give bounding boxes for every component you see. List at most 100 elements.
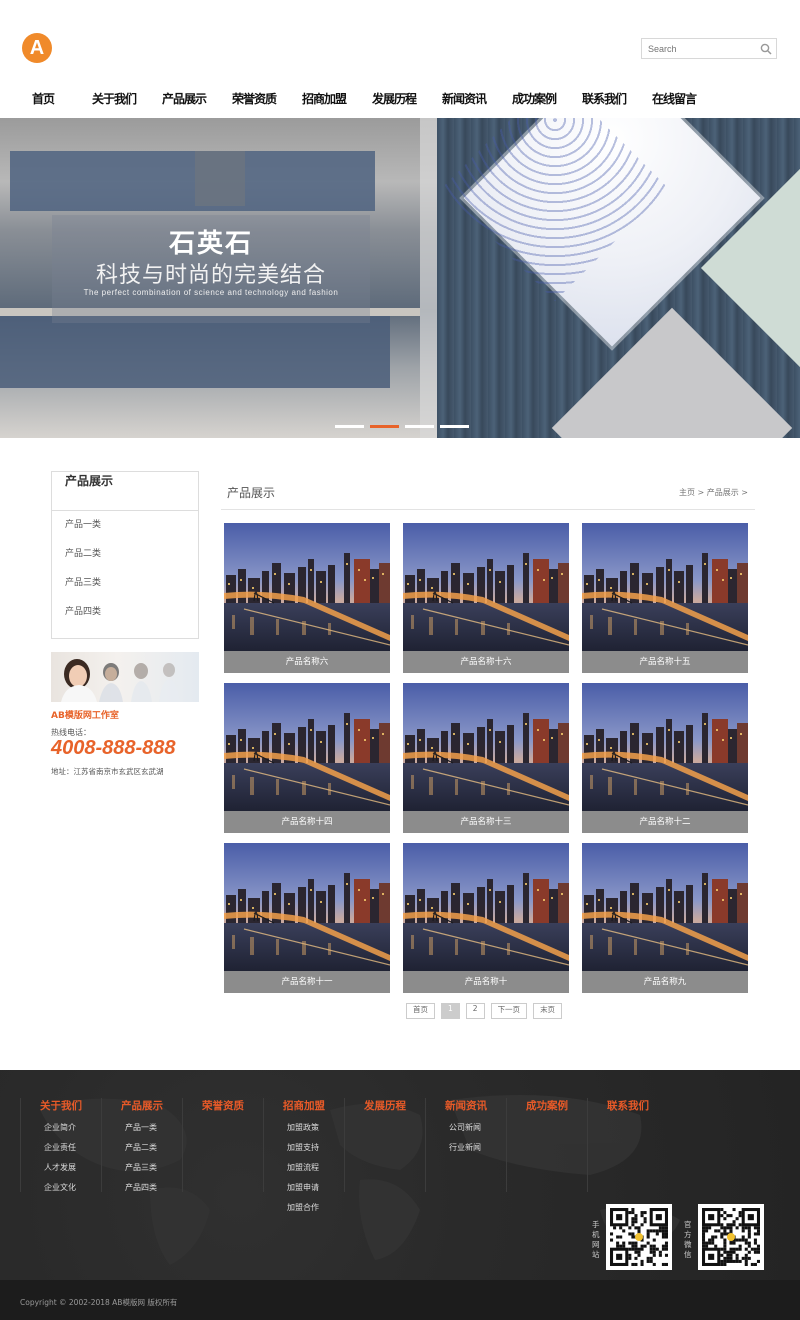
contact-company: AB模版网工作室 — [51, 711, 119, 721]
footer-link[interactable]: 产品三类 — [125, 1162, 163, 1173]
footer-heading[interactable]: 新闻资讯 — [445, 1098, 487, 1113]
product-card[interactable]: 产品名称十二 — [582, 683, 748, 833]
product-name[interactable]: 产品名称十六 — [403, 651, 569, 673]
qr-label-mobile: 手机网站 — [592, 1220, 600, 1259]
footer-link[interactable]: 公司新闻 — [449, 1122, 487, 1133]
nav-products[interactable]: 产品展示 — [162, 90, 207, 107]
sidebar-item-category-1[interactable]: 产品一类 — [52, 517, 198, 546]
footer-link[interactable]: 产品二类 — [125, 1142, 163, 1153]
qr-label-wechat: 官方微信 — [684, 1220, 692, 1259]
sidebar-item-category-4[interactable]: 产品四类 — [52, 604, 198, 633]
nav-contact[interactable]: 联系我们 — [582, 90, 627, 107]
copyright-bar: Copyright © 2002-2018 AB模版网 版权所有 — [0, 1280, 800, 1320]
footer-divider — [263, 1098, 264, 1192]
pagination-last[interactable]: 末页 — [533, 1003, 563, 1019]
product-image[interactable] — [582, 843, 748, 971]
footer-heading[interactable]: 联系我们 — [607, 1098, 649, 1113]
sidebar-item-category-3[interactable]: 产品三类 — [52, 575, 198, 604]
footer-divider — [506, 1098, 507, 1192]
product-card[interactable]: 产品名称十 — [403, 843, 569, 993]
footer-divider — [587, 1098, 588, 1192]
nav-cases[interactable]: 成功案例 — [512, 90, 557, 107]
product-card[interactable]: 产品名称十四 — [224, 683, 390, 833]
nav-about[interactable]: 关于我们 — [92, 90, 137, 107]
product-name[interactable]: 产品名称十一 — [224, 971, 390, 993]
product-image[interactable] — [224, 843, 390, 971]
search-input[interactable] — [642, 39, 756, 58]
footer-divider — [182, 1098, 183, 1192]
footer-heading[interactable]: 发展历程 — [364, 1098, 406, 1113]
footer-link[interactable]: 加盟合作 — [287, 1202, 325, 1213]
nav-history[interactable]: 发展历程 — [372, 90, 417, 107]
product-image[interactable] — [582, 523, 748, 651]
product-name[interactable]: 产品名称十五 — [582, 651, 748, 673]
product-card[interactable]: 产品名称十五 — [582, 523, 748, 673]
footer-link[interactable]: 加盟申请 — [287, 1182, 325, 1193]
slider-dot[interactable] — [405, 425, 434, 428]
slider-dot[interactable] — [440, 425, 469, 428]
pagination-next[interactable]: 下一页 — [490, 1003, 528, 1019]
product-card[interactable]: 产品名称十一 — [224, 843, 390, 993]
product-name[interactable]: 产品名称六 — [224, 651, 390, 673]
footer-link[interactable]: 企业文化 — [44, 1182, 82, 1193]
customer-service-image — [51, 652, 199, 702]
site-logo[interactable]: A — [22, 33, 52, 63]
slider-dot[interactable] — [335, 425, 364, 428]
footer-divider — [101, 1098, 102, 1192]
breadcrumb[interactable]: 主页 > 产品展示 > — [679, 487, 748, 498]
search-icon[interactable] — [756, 39, 776, 58]
footer-heading[interactable]: 招商加盟 — [283, 1098, 325, 1113]
product-card[interactable]: 产品名称十六 — [403, 523, 569, 673]
qr-code-mobile — [606, 1204, 672, 1270]
nav-home[interactable]: 首页 — [32, 90, 55, 107]
product-name[interactable]: 产品名称十四 — [224, 811, 390, 833]
footer-heading[interactable]: 荣誉资质 — [202, 1098, 244, 1113]
site-footer: 关于我们 企业简介 企业责任 人才发展 企业文化 产品展示 产品一类 产品二类 … — [0, 1070, 800, 1280]
footer-link[interactable]: 产品四类 — [125, 1182, 163, 1193]
product-card[interactable]: 产品名称九 — [582, 843, 748, 993]
footer-col-news: 新闻资讯 公司新闻 行业新闻 — [445, 1098, 487, 1153]
product-name[interactable]: 产品名称九 — [582, 971, 748, 993]
footer-col-cases: 成功案例 — [526, 1098, 568, 1113]
footer-link[interactable]: 产品一类 — [125, 1122, 163, 1133]
nav-message[interactable]: 在线留言 — [652, 90, 697, 107]
footer-heading[interactable]: 关于我们 — [40, 1098, 82, 1113]
pagination-first[interactable]: 首页 — [406, 1003, 435, 1019]
product-image[interactable] — [403, 523, 569, 651]
product-image[interactable] — [582, 683, 748, 811]
pagination-page-2[interactable]: 2 — [465, 1003, 485, 1019]
footer-link[interactable]: 企业责任 — [44, 1142, 82, 1153]
footer-col-history: 发展历程 — [364, 1098, 406, 1113]
product-image[interactable] — [224, 523, 390, 651]
nav-franchise[interactable]: 招商加盟 — [302, 90, 347, 107]
pagination-page-1[interactable]: 1 — [441, 1003, 460, 1019]
product-card[interactable]: 产品名称十三 — [403, 683, 569, 833]
footer-heading[interactable]: 成功案例 — [526, 1098, 568, 1113]
footer-link[interactable]: 行业新闻 — [449, 1142, 487, 1153]
footer-heading[interactable]: 产品展示 — [121, 1098, 163, 1113]
sidebar-title: 产品展示 — [52, 472, 198, 511]
sidebar-item-category-2[interactable]: 产品二类 — [52, 546, 198, 575]
footer-link[interactable]: 企业简介 — [44, 1122, 82, 1133]
copyright-text: Copyright © 2002-2018 AB模版网 版权所有 — [20, 1298, 178, 1307]
page-title: 产品展示 — [227, 486, 276, 500]
product-name[interactable]: 产品名称十二 — [582, 811, 748, 833]
slider-dot[interactable] — [370, 425, 399, 428]
product-name[interactable]: 产品名称十三 — [403, 811, 569, 833]
footer-link[interactable]: 加盟政策 — [287, 1122, 325, 1133]
product-name[interactable]: 产品名称十 — [403, 971, 569, 993]
nav-news[interactable]: 新闻资讯 — [442, 90, 487, 107]
footer-col-products: 产品展示 产品一类 产品二类 产品三类 产品四类 — [121, 1098, 163, 1193]
footer-link[interactable]: 加盟流程 — [287, 1162, 325, 1173]
nav-honors[interactable]: 荣誉资质 — [232, 90, 277, 107]
product-image[interactable] — [403, 843, 569, 971]
product-card[interactable]: 产品名称六 — [224, 523, 390, 673]
quartz-samples-image — [437, 118, 800, 438]
footer-link[interactable]: 人才发展 — [44, 1162, 82, 1173]
footer-link[interactable]: 加盟支持 — [287, 1142, 325, 1153]
product-image[interactable] — [403, 683, 569, 811]
main-nav: 首页 关于我们 产品展示 荣誉资质 招商加盟 发展历程 新闻资讯 成功案例 联系… — [0, 90, 800, 110]
category-sidebar: 产品展示 产品一类 产品二类 产品三类 产品四类 — [51, 471, 199, 639]
slider-dots — [335, 425, 469, 429]
product-image[interactable] — [224, 683, 390, 811]
